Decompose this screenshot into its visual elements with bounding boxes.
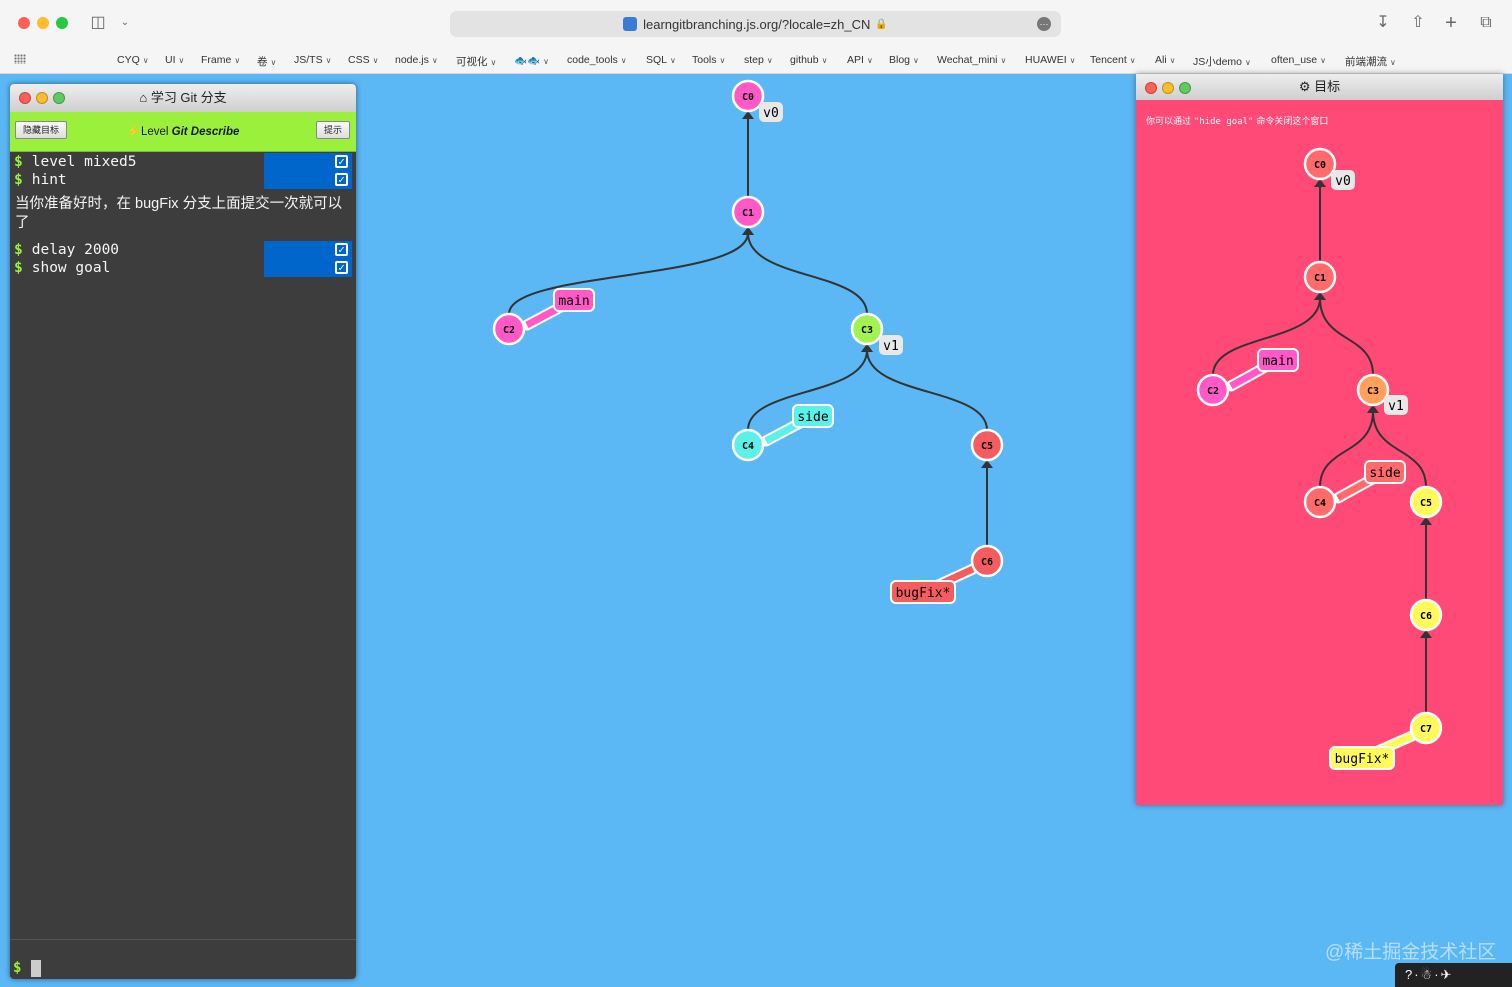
branch-name: side: [1369, 466, 1400, 481]
level-prefix: Level: [140, 126, 169, 138]
terminal-close-button[interactable]: [19, 92, 31, 104]
bolt-icon: ⚡: [126, 126, 141, 138]
commit-id: C2: [1207, 386, 1219, 397]
command-prompt[interactable]: $: [10, 939, 356, 979]
goal-window: ⚙ 目标 你可以通过 "hide goal" 命令关闭这个窗口 main side…: [1136, 74, 1503, 805]
checkmark-icon: ✓: [335, 261, 348, 274]
commit-id: C0: [742, 92, 754, 103]
branch-name: side: [797, 410, 828, 425]
level-message: 当你准备好时，在 bugFix 分支上面提交一次就可以了: [15, 196, 343, 231]
hint-button[interactable]: 提示: [315, 121, 350, 139]
command-text: level mixed5: [31, 154, 137, 170]
command-status: ✓: [264, 241, 352, 259]
command-text: show goal: [31, 260, 111, 276]
prompt-dollar: $: [14, 172, 23, 188]
tag-name: v1: [883, 339, 899, 354]
commit-edge: [866, 349, 988, 431]
command-history: $ level mixed5 ✓ $ hint ✓ 当你准备好时，在 bugFix 分支上…: [10, 152, 356, 277]
commit-id: C3: [861, 325, 873, 336]
prompt-dollar: $: [14, 154, 23, 170]
terminal-minimize-button[interactable]: [36, 92, 48, 104]
checkmark-icon: ✓: [335, 155, 348, 168]
commit-id: C0: [1314, 160, 1326, 171]
branch-name: main: [1262, 354, 1293, 369]
level-name: Git Describe: [171, 126, 240, 138]
command-status: ✓: [264, 153, 352, 171]
home-icon: ⌂: [139, 90, 148, 105]
prompt-dollar: $: [13, 960, 22, 976]
prompt-dollar: $: [14, 242, 23, 258]
tag-name: v0: [763, 106, 779, 121]
command-line: $ delay 2000 ✓: [10, 241, 356, 259]
commit-id: C5: [981, 441, 993, 452]
commit-edge: [747, 232, 868, 315]
commit-id: C4: [742, 441, 754, 452]
branch-name: main: [558, 294, 589, 309]
command-text: delay 2000: [31, 242, 120, 258]
terminal-zoom-button[interactable]: [53, 92, 65, 104]
commit-id: C3: [1367, 386, 1379, 397]
checkmark-icon: ✓: [335, 173, 348, 186]
text-cursor: [31, 960, 41, 977]
level-toolbar: 隐藏目标 ⚡Level Git Describe 提示: [10, 112, 356, 152]
commit-id: C1: [1314, 273, 1326, 284]
tag-name: v1: [1388, 399, 1404, 414]
help-toolbar[interactable]: ?·☃·✈: [1395, 963, 1512, 987]
commit-id: C4: [1314, 498, 1326, 509]
command-text: hint: [31, 172, 67, 188]
terminal-window: ⌂ 学习 Git 分支 隐藏目标 ⚡Level Git Describe 提示 …: [10, 84, 356, 979]
watermark: @稀土掘金技术社区: [1325, 942, 1497, 963]
tag-name: v0: [1335, 174, 1351, 189]
commit-edge: [508, 232, 749, 315]
commit-id: C6: [1420, 611, 1432, 622]
checkmark-icon: ✓: [335, 243, 348, 256]
commit-edge: [1319, 297, 1374, 376]
level-title: ⚡Level Git Describe: [10, 124, 356, 138]
command-status: ✓: [264, 259, 352, 277]
command-status: ✓: [264, 171, 352, 189]
branch-name: bugFix*: [1335, 752, 1390, 767]
command-line: $ level mixed5 ✓: [10, 153, 356, 171]
command-line: $ show goal ✓: [10, 259, 356, 277]
prompt-dollar: $: [14, 260, 23, 276]
terminal-titlebar: ⌂ 学习 Git 分支: [10, 84, 356, 112]
command-line: $ hint ✓: [10, 171, 356, 189]
commit-id: C2: [503, 325, 515, 336]
commit-id: C6: [981, 557, 993, 568]
commit-id: C1: [742, 208, 754, 219]
commit-id: C7: [1420, 724, 1432, 735]
branch-name: bugFix*: [896, 586, 951, 601]
goal-tree-canvas: main side bugFix* C0 C1 C2 C3 C4 C5 C6 C7 v0 v1: [1196, 147, 1443, 770]
terminal-title: 学习 Git 分支: [150, 90, 227, 105]
commit-id: C5: [1420, 498, 1432, 509]
